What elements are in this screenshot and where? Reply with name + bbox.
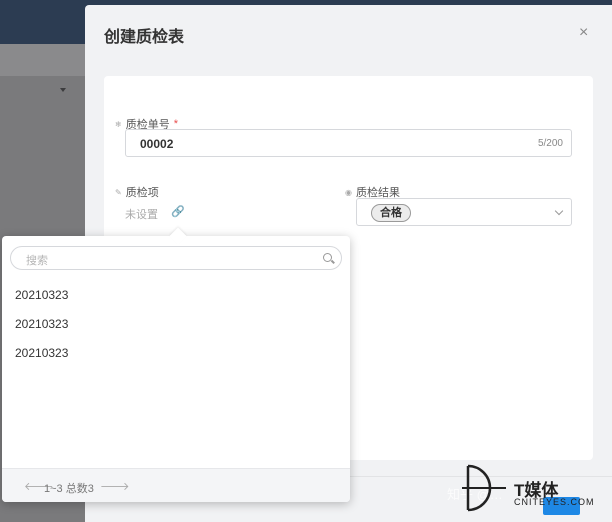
search-placeholder: 搜索: [26, 255, 48, 267]
brand-subtext: CNITEYES.COM: [514, 497, 595, 507]
dialog-header: 创建质检表 ×: [85, 5, 612, 63]
search-input[interactable]: 搜索: [10, 246, 342, 270]
field-type-icon: ❄: [115, 119, 122, 129]
dialog-title: 创建质检表: [104, 29, 185, 46]
order-no-input[interactable]: 00002 5/200: [125, 129, 572, 157]
items-value: 未设置: [125, 209, 158, 221]
pagination: 🡐 1~3 总数3 🡒: [2, 468, 350, 502]
list-item[interactable]: 20210323: [15, 288, 68, 302]
list-item[interactable]: 20210323: [15, 317, 68, 331]
order-no-counter: 5/200: [537, 138, 563, 149]
result-tag: 合格: [371, 204, 411, 222]
brand-logo-icon: [462, 464, 506, 512]
close-icon[interactable]: ×: [579, 24, 588, 42]
background-caret-icon: [60, 88, 66, 92]
items-label: ✎ 质检项: [115, 184, 159, 200]
record-picker-popover: 搜索 20210323 20210323 20210323 🡐 1~3 总数3 …: [2, 227, 350, 502]
list-item[interactable]: 20210323: [15, 346, 68, 360]
link-icon[interactable]: 🔗: [171, 205, 185, 218]
order-no-value: 00002: [140, 137, 174, 151]
check-circle-icon: ◉: [345, 187, 352, 197]
arrow-right-icon[interactable]: 🡒: [100, 479, 130, 493]
items-label-text: 质检项: [125, 187, 159, 199]
search-icon: [323, 253, 332, 262]
pagination-text: 1~3 总数3: [44, 483, 94, 495]
chevron-down-icon: [554, 206, 564, 216]
link-field-icon: ✎: [115, 187, 122, 197]
result-select[interactable]: 合格: [356, 198, 572, 226]
